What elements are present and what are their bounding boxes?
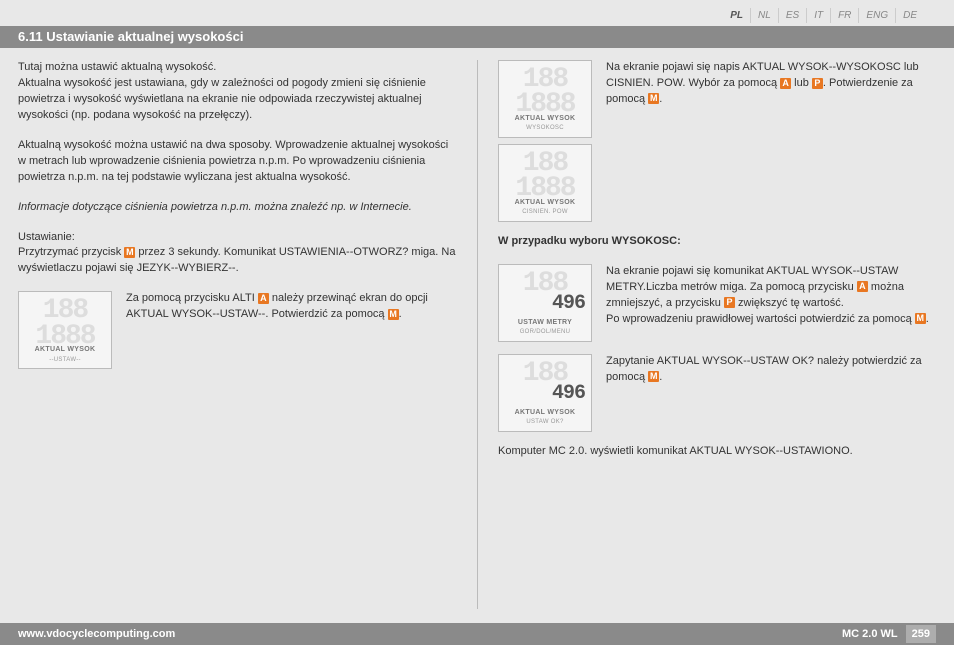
lcd-screenshot: 1881888 AKTUAL WYSOK WYSOKOSC [498, 60, 592, 138]
content-area: Tutaj można ustawić aktualną wysokość. A… [0, 60, 954, 609]
lang-it[interactable]: IT [806, 8, 830, 23]
p-button-icon: P [812, 78, 823, 89]
lcd-line: AKTUAL WYSOK [503, 114, 587, 124]
a-button-icon: A [857, 281, 868, 292]
body-text: Komputer MC 2.0. wyświetli komunikat AKT… [498, 444, 936, 460]
m-button-icon: M [648, 93, 659, 104]
left-column: Tutaj można ustawić aktualną wysokość. A… [18, 60, 477, 609]
body-text: Zapytanie AKTUAL WYSOK--USTAW OK? należy… [606, 354, 936, 386]
lang-nl[interactable]: NL [750, 8, 778, 23]
lang-es[interactable]: ES [778, 8, 806, 23]
text: Przytrzymać przycisk [18, 246, 124, 258]
p-button-icon: P [724, 297, 735, 308]
lcd-screenshot: 188 496 AKTUAL WYSOK USTAW OK? [498, 354, 592, 432]
body-text: Na ekranie pojawi się komunikat AKTUAL W… [606, 264, 936, 328]
lcd-line: --USTAW-- [23, 356, 107, 365]
lcd-line: AKTUAL WYSOK [503, 408, 587, 418]
lcd-screenshot: 1881888 AKTUAL WYSOK --USTAW-- [18, 291, 112, 369]
lcd-screenshot: 1881888 AKTUAL WYSOK CISNIEN. POW [498, 144, 592, 222]
lcd-line: AKTUAL WYSOK [503, 198, 587, 208]
lcd-line: GOR/DOL/MENU [503, 328, 587, 337]
m-button-icon: M [388, 309, 399, 320]
right-column: 1881888 AKTUAL WYSOK WYSOKOSC 1881888 AK… [477, 60, 936, 609]
lcd-line: WYSOKOSC [503, 124, 587, 133]
text: Aktualna wysokość jest ustawiana, gdy w … [18, 77, 426, 121]
lcd-row: 188 496 USTAW METRY GOR/DOL/MENU Na ekra… [498, 264, 936, 342]
body-text: Ustawianie: Przytrzymać przycisk M przez… [18, 230, 457, 278]
a-button-icon: A [780, 78, 791, 89]
language-bar: PL NL ES IT FR ENG DE [723, 8, 924, 23]
a-button-icon: A [258, 293, 269, 304]
footer-model: MC 2.0 WL [842, 628, 898, 640]
lang-fr[interactable]: FR [830, 8, 858, 23]
lcd-value: 496 [503, 379, 587, 408]
body-text: Za pomocą przycisku ALTI A należy przewi… [126, 291, 457, 323]
footer-url: www.vdocyclecomputing.com [18, 628, 175, 640]
body-text-italic: Informacje dotyczące ciśnienia powietrza… [18, 200, 457, 216]
lcd-line: AKTUAL WYSOK [23, 345, 107, 355]
text: . [659, 371, 662, 383]
lcd-row: 188 496 AKTUAL WYSOK USTAW OK? Zapytanie… [498, 354, 936, 432]
text: Na ekranie pojawi się komunikat AKTUAL W… [606, 265, 898, 293]
text: . [399, 308, 402, 320]
subheading: W przypadku wyboru WYSOKOSC: [498, 234, 936, 250]
m-button-icon: M [648, 371, 659, 382]
lang-eng[interactable]: ENG [858, 8, 895, 23]
body-text: Na ekranie pojawi się napis AKTUAL WYSOK… [606, 60, 936, 108]
lang-de[interactable]: DE [895, 8, 924, 23]
page-number: 259 [906, 625, 936, 643]
text: . [659, 93, 662, 105]
text: zwiększyć tę wartość. [735, 297, 844, 309]
lcd-line: USTAW METRY [503, 318, 587, 328]
body-text: Aktualną wysokość można ustawić na dwa s… [18, 138, 457, 186]
text: . [926, 313, 929, 325]
lcd-row: 1881888 AKTUAL WYSOK WYSOKOSC 1881888 AK… [498, 60, 936, 222]
lcd-line: USTAW OK? [503, 418, 587, 427]
text: Za pomocą przycisku ALTI [126, 292, 258, 304]
m-button-icon: M [915, 313, 926, 324]
lcd-value: 496 [503, 289, 587, 318]
lcd-screenshot: 188 496 USTAW METRY GOR/DOL/MENU [498, 264, 592, 342]
text: lub [791, 77, 812, 89]
text: Ustawianie: [18, 231, 75, 243]
text: Po wprowadzeniu prawidłowej wartości pot… [606, 313, 915, 325]
section-title: 6.11 Ustawianie aktualnej wysokości [0, 26, 954, 48]
text: Tutaj można ustawić aktualną wysokość. [18, 61, 216, 73]
lcd-line: CISNIEN. POW [503, 208, 587, 217]
body-text: Tutaj można ustawić aktualną wysokość. A… [18, 60, 457, 124]
footer-bar: www.vdocyclecomputing.com MC 2.0 WL 259 [0, 623, 954, 645]
lang-pl[interactable]: PL [723, 8, 750, 23]
m-button-icon: M [124, 247, 135, 258]
lcd-row: 1881888 AKTUAL WYSOK --USTAW-- Za pomocą… [18, 291, 457, 369]
